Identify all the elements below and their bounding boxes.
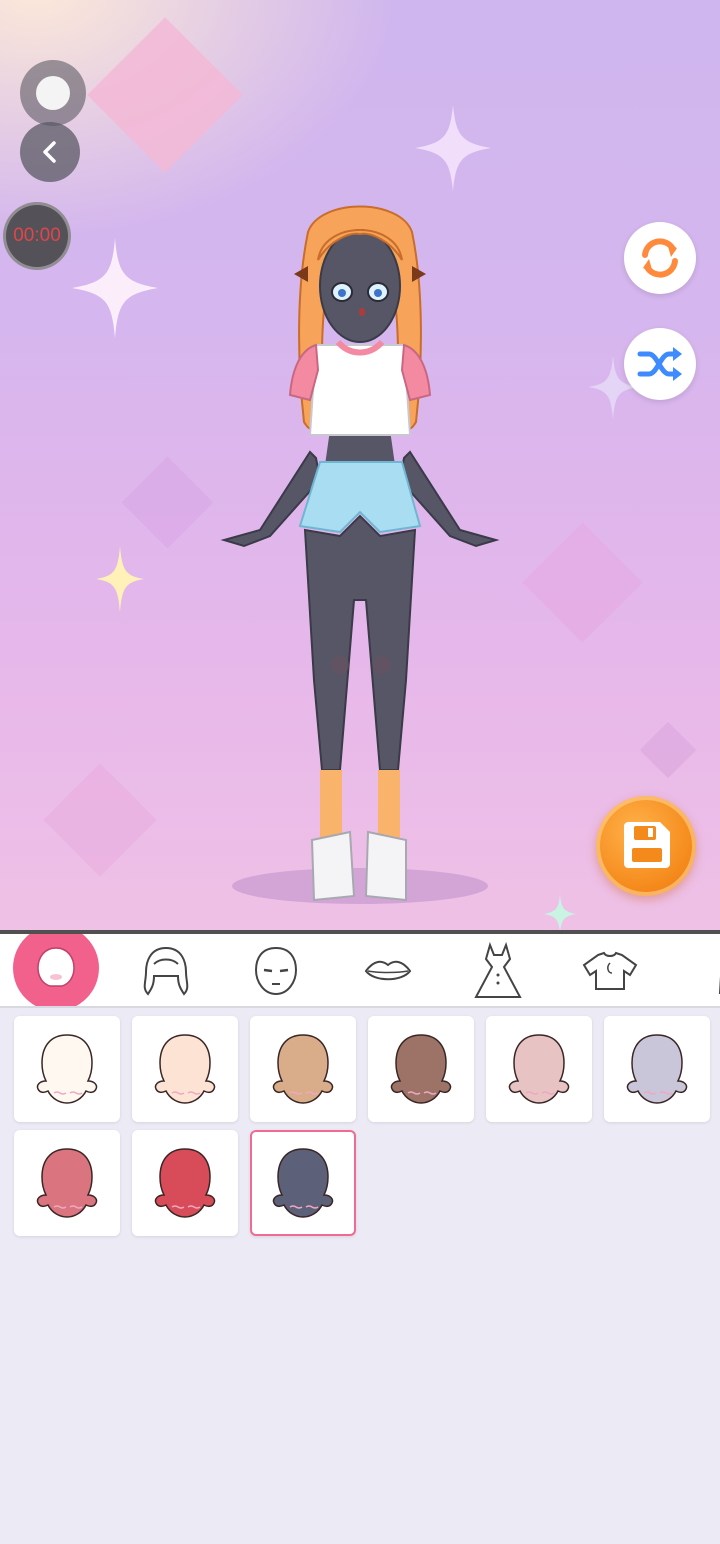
skin-option-tile[interactable] <box>14 1016 120 1122</box>
head-swatch-icon <box>390 1034 452 1104</box>
sparkle-decoration <box>72 238 158 338</box>
head-swatch-icon <box>36 1034 98 1104</box>
sparkle-decoration <box>415 105 491 191</box>
skin-option-tile[interactable] <box>486 1016 592 1122</box>
tab-more[interactable] <box>665 934 720 1006</box>
skin-option-tile[interactable] <box>250 1130 356 1236</box>
sparkle-decoration <box>544 894 576 930</box>
timer-text: 00:00 <box>13 225 61 246</box>
head-swatch-icon <box>272 1148 334 1218</box>
sparkle-decoration <box>96 546 144 612</box>
shuffle-button[interactable] <box>624 328 696 400</box>
skin-option-tile[interactable] <box>132 1016 238 1122</box>
skin-option-tile[interactable] <box>14 1130 120 1236</box>
tab-face[interactable] <box>221 934 331 1006</box>
skin-option-tile[interactable] <box>604 1016 710 1122</box>
head-swatch-icon <box>508 1034 570 1104</box>
reset-button[interactable] <box>624 222 696 294</box>
floppy-disk-icon <box>624 822 670 868</box>
tab-mouth[interactable] <box>333 934 443 1006</box>
back-button[interactable] <box>20 122 80 182</box>
avatar-character <box>220 205 500 904</box>
circle-dot-icon <box>36 76 70 110</box>
dress-icon <box>474 941 522 998</box>
background-diamond <box>121 456 214 549</box>
background-diamond <box>43 763 157 877</box>
background-diamond <box>639 721 697 779</box>
skin-option-tile[interactable] <box>250 1016 356 1122</box>
timer-display: 00:00 <box>3 202 71 270</box>
skin-option-tile[interactable] <box>132 1130 238 1236</box>
tab-skin-highlight <box>13 934 99 1006</box>
lips-icon <box>364 960 412 981</box>
tab-top[interactable] <box>555 934 665 1006</box>
head-swatch-icon <box>272 1034 334 1104</box>
tab-dress[interactable] <box>443 934 553 1006</box>
head-swatch-icon <box>626 1034 688 1104</box>
head-swatch-icon <box>154 1148 216 1218</box>
head-silhouette-icon <box>37 947 75 987</box>
avatar-stage: 00:00 <box>0 0 720 930</box>
face-icon <box>254 946 298 996</box>
head-swatch-icon <box>36 1148 98 1218</box>
head-swatch-icon <box>154 1034 216 1104</box>
hair-icon <box>143 946 189 996</box>
refresh-icon <box>642 238 678 278</box>
save-button[interactable] <box>596 796 696 896</box>
skin-option-tile[interactable] <box>368 1016 474 1122</box>
home-button[interactable] <box>20 60 86 126</box>
background-diamond <box>522 522 643 643</box>
shirt-icon <box>582 951 638 990</box>
shuffle-icon <box>637 347 682 381</box>
partial-icon <box>718 975 720 994</box>
tab-skin[interactable] <box>1 934 111 1006</box>
category-tab-bar <box>0 930 720 1008</box>
tab-hair[interactable] <box>111 934 221 1006</box>
chevron-left-icon <box>43 141 56 163</box>
